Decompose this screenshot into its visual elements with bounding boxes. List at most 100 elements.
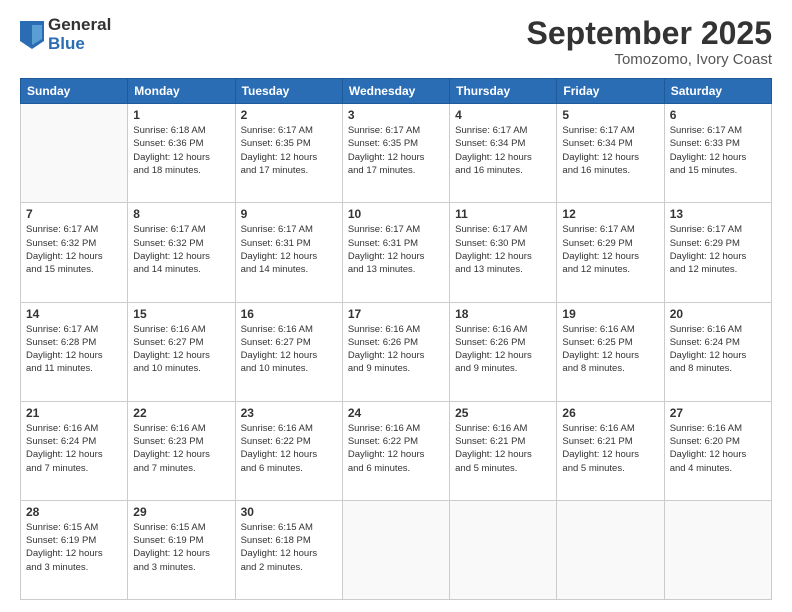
day-detail: Sunrise: 6:17 AM Sunset: 6:34 PM Dayligh… (455, 124, 551, 177)
day-number: 14 (26, 307, 122, 321)
day-number: 30 (241, 505, 337, 519)
calendar-cell: 28 Sunrise: 6:15 AM Sunset: 6:19 PM Dayli… (21, 500, 128, 599)
page: General Blue September 2025 Tomozomo, Iv… (0, 0, 792, 612)
day-number: 15 (133, 307, 229, 321)
day-number: 11 (455, 207, 551, 221)
header: General Blue September 2025 Tomozomo, Iv… (20, 16, 772, 68)
day-detail: Sunrise: 6:17 AM Sunset: 6:35 PM Dayligh… (241, 124, 337, 177)
calendar-cell: 25 Sunrise: 6:16 AM Sunset: 6:21 PM Dayli… (450, 401, 557, 500)
calendar-cell: 4 Sunrise: 6:17 AM Sunset: 6:34 PM Daylig… (450, 104, 557, 203)
calendar-header-row: SundayMondayTuesdayWednesdayThursdayFrid… (21, 79, 772, 104)
day-number: 18 (455, 307, 551, 321)
calendar-week-row: 1Sunrise: 6:18 AM Sunset: 6:36 PM Daylig… (21, 104, 772, 203)
day-number: 2 (241, 108, 337, 122)
calendar-cell: 1Sunrise: 6:18 AM Sunset: 6:36 PM Daylig… (128, 104, 235, 203)
calendar-cell: 3 Sunrise: 6:17 AM Sunset: 6:35 PM Daylig… (342, 104, 449, 203)
calendar-cell: 6 Sunrise: 6:17 AM Sunset: 6:33 PM Daylig… (664, 104, 771, 203)
day-detail: Sunrise: 6:16 AM Sunset: 6:24 PM Dayligh… (26, 422, 122, 475)
calendar-cell (342, 500, 449, 599)
day-number: 28 (26, 505, 122, 519)
calendar-cell: 22 Sunrise: 6:16 AM Sunset: 6:23 PM Dayli… (128, 401, 235, 500)
calendar-cell (450, 500, 557, 599)
day-detail: Sunrise: 6:15 AM Sunset: 6:19 PM Dayligh… (26, 521, 122, 574)
day-number: 25 (455, 406, 551, 420)
day-number: 27 (670, 406, 766, 420)
day-detail: Sunrise: 6:16 AM Sunset: 6:27 PM Dayligh… (241, 323, 337, 376)
calendar-cell: 2 Sunrise: 6:17 AM Sunset: 6:35 PM Daylig… (235, 104, 342, 203)
calendar-cell (664, 500, 771, 599)
calendar-cell: 16Sunrise: 6:16 AM Sunset: 6:27 PM Dayli… (235, 302, 342, 401)
calendar-week-row: 14 Sunrise: 6:17 AM Sunset: 6:28 PM Dayli… (21, 302, 772, 401)
calendar-cell: 26 Sunrise: 6:16 AM Sunset: 6:21 PM Dayli… (557, 401, 664, 500)
day-detail: Sunrise: 6:16 AM Sunset: 6:25 PM Dayligh… (562, 323, 658, 376)
day-detail: Sunrise: 6:17 AM Sunset: 6:29 PM Dayligh… (562, 223, 658, 276)
day-header-monday: Monday (128, 79, 235, 104)
calendar: SundayMondayTuesdayWednesdayThursdayFrid… (20, 78, 772, 600)
day-number: 26 (562, 406, 658, 420)
logo-general-text: General (48, 16, 111, 35)
calendar-cell: 11 Sunrise: 6:17 AM Sunset: 6:30 PM Dayli… (450, 203, 557, 302)
calendar-cell: 13 Sunrise: 6:17 AM Sunset: 6:29 PM Dayli… (664, 203, 771, 302)
day-detail: Sunrise: 6:15 AM Sunset: 6:18 PM Dayligh… (241, 521, 337, 574)
day-number: 5 (562, 108, 658, 122)
day-detail: Sunrise: 6:17 AM Sunset: 6:28 PM Dayligh… (26, 323, 122, 376)
calendar-cell: 14 Sunrise: 6:17 AM Sunset: 6:28 PM Dayli… (21, 302, 128, 401)
day-number: 19 (562, 307, 658, 321)
day-detail: Sunrise: 6:16 AM Sunset: 6:20 PM Dayligh… (670, 422, 766, 475)
calendar-cell: 27 Sunrise: 6:16 AM Sunset: 6:20 PM Dayli… (664, 401, 771, 500)
logo-text: General Blue (48, 16, 111, 53)
calendar-cell: 24Sunrise: 6:16 AM Sunset: 6:22 PM Dayli… (342, 401, 449, 500)
calendar-cell: 5 Sunrise: 6:17 AM Sunset: 6:34 PM Daylig… (557, 104, 664, 203)
day-number: 9 (241, 207, 337, 221)
calendar-week-row: 28 Sunrise: 6:15 AM Sunset: 6:19 PM Dayli… (21, 500, 772, 599)
day-header-saturday: Saturday (664, 79, 771, 104)
location: Tomozomo, Ivory Coast (527, 51, 772, 68)
day-detail: Sunrise: 6:16 AM Sunset: 6:21 PM Dayligh… (455, 422, 551, 475)
day-header-sunday: Sunday (21, 79, 128, 104)
calendar-cell: 8 Sunrise: 6:17 AM Sunset: 6:32 PM Daylig… (128, 203, 235, 302)
day-detail: Sunrise: 6:16 AM Sunset: 6:22 PM Dayligh… (241, 422, 337, 475)
day-detail: Sunrise: 6:17 AM Sunset: 6:30 PM Dayligh… (455, 223, 551, 276)
day-detail: Sunrise: 6:16 AM Sunset: 6:26 PM Dayligh… (348, 323, 444, 376)
day-detail: Sunrise: 6:16 AM Sunset: 6:24 PM Dayligh… (670, 323, 766, 376)
day-detail: Sunrise: 6:16 AM Sunset: 6:23 PM Dayligh… (133, 422, 229, 475)
calendar-cell (557, 500, 664, 599)
calendar-cell: 9 Sunrise: 6:17 AM Sunset: 6:31 PM Daylig… (235, 203, 342, 302)
day-header-tuesday: Tuesday (235, 79, 342, 104)
day-number: 8 (133, 207, 229, 221)
day-detail: Sunrise: 6:15 AM Sunset: 6:19 PM Dayligh… (133, 521, 229, 574)
day-detail: Sunrise: 6:17 AM Sunset: 6:34 PM Dayligh… (562, 124, 658, 177)
day-number: 29 (133, 505, 229, 519)
day-header-wednesday: Wednesday (342, 79, 449, 104)
calendar-cell: 20 Sunrise: 6:16 AM Sunset: 6:24 PM Dayli… (664, 302, 771, 401)
day-number: 17 (348, 307, 444, 321)
day-number: 10 (348, 207, 444, 221)
day-detail: Sunrise: 6:17 AM Sunset: 6:31 PM Dayligh… (241, 223, 337, 276)
day-detail: Sunrise: 6:17 AM Sunset: 6:29 PM Dayligh… (670, 223, 766, 276)
day-number: 20 (670, 307, 766, 321)
day-number: 6 (670, 108, 766, 122)
day-detail: Sunrise: 6:17 AM Sunset: 6:32 PM Dayligh… (133, 223, 229, 276)
day-detail: Sunrise: 6:16 AM Sunset: 6:27 PM Dayligh… (133, 323, 229, 376)
logo-icon (20, 21, 44, 49)
day-number: 12 (562, 207, 658, 221)
day-header-friday: Friday (557, 79, 664, 104)
month-title: September 2025 (527, 16, 772, 51)
day-number: 3 (348, 108, 444, 122)
day-number: 7 (26, 207, 122, 221)
day-number: 13 (670, 207, 766, 221)
day-detail: Sunrise: 6:16 AM Sunset: 6:21 PM Dayligh… (562, 422, 658, 475)
day-number: 4 (455, 108, 551, 122)
calendar-cell: 15 Sunrise: 6:16 AM Sunset: 6:27 PM Dayli… (128, 302, 235, 401)
day-detail: Sunrise: 6:17 AM Sunset: 6:35 PM Dayligh… (348, 124, 444, 177)
calendar-cell (21, 104, 128, 203)
calendar-cell: 17 Sunrise: 6:16 AM Sunset: 6:26 PM Dayli… (342, 302, 449, 401)
calendar-cell: 18Sunrise: 6:16 AM Sunset: 6:26 PM Dayli… (450, 302, 557, 401)
calendar-week-row: 7 Sunrise: 6:17 AM Sunset: 6:32 PM Daylig… (21, 203, 772, 302)
day-detail: Sunrise: 6:17 AM Sunset: 6:31 PM Dayligh… (348, 223, 444, 276)
day-number: 22 (133, 406, 229, 420)
day-number: 24 (348, 406, 444, 420)
day-number: 23 (241, 406, 337, 420)
day-detail: Sunrise: 6:17 AM Sunset: 6:33 PM Dayligh… (670, 124, 766, 177)
calendar-cell: 30 Sunrise: 6:15 AM Sunset: 6:18 PM Dayli… (235, 500, 342, 599)
